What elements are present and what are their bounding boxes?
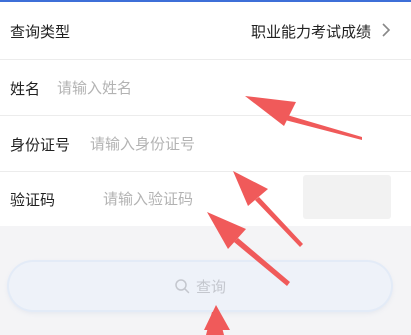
query-form: 查询类型 职业能力考试成绩 姓名 身份证号 验证码: [0, 2, 411, 226]
captcha-row: 验证码: [0, 172, 411, 226]
id-number-label: 身份证号: [10, 136, 71, 154]
captcha-input[interactable]: [103, 188, 283, 210]
query-type-row[interactable]: 查询类型 职业能力考试成绩: [0, 2, 411, 60]
query-button[interactable]: 查询: [9, 262, 391, 310]
name-label: 姓名: [10, 80, 41, 98]
captcha-label: 验证码: [10, 191, 56, 209]
query-type-value[interactable]: 职业能力考试成绩: [251, 21, 371, 42]
id-number-input[interactable]: [90, 133, 290, 155]
query-type-label: 查询类型: [10, 23, 71, 41]
id-number-row: 身份证号: [0, 116, 411, 172]
captcha-image[interactable]: [303, 175, 391, 219]
name-row: 姓名: [0, 60, 411, 116]
search-icon: [175, 279, 190, 294]
chevron-right-icon[interactable]: [379, 23, 393, 37]
name-input[interactable]: [57, 77, 257, 99]
query-button-label: 查询: [195, 277, 226, 296]
